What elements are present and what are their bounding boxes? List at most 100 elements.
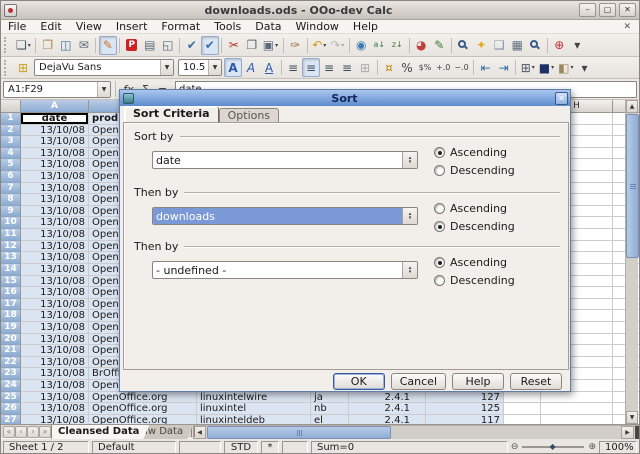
row-header-6[interactable]: 6 [1,171,21,183]
auto-spellcheck-button[interactable]: ✔ [201,36,219,55]
border-color-button[interactable]: ◧▾ [556,58,575,77]
cell-c25[interactable]: linuxintelwire [197,392,311,404]
cell-a4[interactable]: 13/10/08 [21,148,89,160]
cancel-button[interactable]: Cancel [391,373,446,390]
scroll-down-icon[interactable]: ▼ [626,411,638,424]
name-box[interactable]: A1:F29 ▼ [3,81,111,98]
scroll-up-icon[interactable]: ▲ [626,100,638,113]
minimize-button[interactable]: – [579,3,596,17]
chevron-down-icon[interactable]: ▾ [28,42,31,49]
row-header-17[interactable]: 17 [1,299,21,311]
merge-cells-button[interactable]: ⊞ [356,58,374,77]
email-button[interactable]: ✉ [75,36,93,55]
decrease-indent-button[interactable]: ⇤ [477,58,495,77]
cell-a19[interactable]: 13/10/08 [21,322,89,334]
row-header-27[interactable]: 27 [1,415,21,424]
chevron-down-icon[interactable]: ▼ [160,60,173,75]
cell-a10[interactable]: 13/10/08 [21,217,89,229]
italic-button[interactable]: A [242,58,260,77]
menu-file[interactable]: File [1,20,33,34]
align-right-button[interactable]: ≡ [320,58,338,77]
zoom-in-icon[interactable]: ⊕ [588,442,596,452]
cell-a24[interactable]: 13/10/08 [21,380,89,392]
background-color-button[interactable]: ■▾ [537,58,556,77]
vertical-scroll-thumb[interactable] [626,114,639,258]
page-preview-button[interactable]: ◱ [159,36,177,55]
ascending-radio-1[interactable]: Ascending [434,146,507,159]
cell-a14[interactable]: 13/10/08 [21,264,89,276]
dialog-title-bar[interactable]: Sort ✕ [120,90,570,106]
cell-a16[interactable]: 13/10/08 [21,287,89,299]
cell-d26[interactable]: nb [311,403,349,415]
help-button[interactable]: ⊕ [550,36,568,55]
cell-f27[interactable]: 117 [426,415,504,424]
menu-format[interactable]: Format [154,20,207,34]
last-sheet-icon[interactable]: » [39,426,51,438]
zoom-button[interactable] [526,36,544,55]
chevron-down-icon[interactable]: ▾ [275,42,278,49]
maximize-button[interactable]: ▢ [599,3,616,17]
sort-descending-button[interactable]: z↓ [388,36,406,55]
toolbar-grip[interactable] [4,37,11,53]
add-decimal-button[interactable]: +.0 [434,58,452,77]
ascending-radio-3[interactable]: Ascending [434,256,507,269]
hyperlink-button[interactable]: ◉ [352,36,370,55]
row-header-11[interactable]: 11 [1,229,21,241]
data-sources-button[interactable]: ▦ [508,36,526,55]
cell-h25[interactable] [541,392,613,404]
navigator-button[interactable]: ✦ [472,36,490,55]
increase-indent-button[interactable]: ⇥ [495,58,513,77]
standard-format-button[interactable]: $% [416,58,434,77]
underline-button[interactable]: A [260,58,278,77]
previous-sheet-icon[interactable]: ‹ [15,426,27,438]
row-header-21[interactable]: 21 [1,345,21,357]
cell-a22[interactable]: 13/10/08 [21,357,89,369]
cell-b26[interactable]: OpenOffice.org [89,403,197,415]
bold-button[interactable]: A [224,58,242,77]
row-header-7[interactable]: 7 [1,183,21,195]
percent-format-button[interactable]: % [398,58,416,77]
sort-field-combobox-2[interactable]: downloads▴▾ [152,207,418,225]
cell-e26[interactable]: 2.4.1 [349,403,426,415]
chevron-down-icon[interactable]: ▼ [208,60,221,75]
align-left-button[interactable]: ≡ [284,58,302,77]
open-button[interactable]: ❒ [39,36,57,55]
spellcheck-button[interactable]: ✔ [183,36,201,55]
spinner-icon[interactable]: ▴▾ [402,262,417,278]
row-header-18[interactable]: 18 [1,310,21,322]
cell-b27[interactable]: OpenOffice.org [89,415,197,424]
row-header-10[interactable]: 10 [1,217,21,229]
chevron-down-icon[interactable]: ▾ [570,64,573,71]
ok-button[interactable]: OK [333,373,385,390]
menu-tools[interactable]: Tools [207,20,248,34]
row-header-8[interactable]: 8 [1,194,21,206]
column-header-a[interactable]: A [21,100,89,113]
gallery-button[interactable]: ❑ [490,36,508,55]
row-header-23[interactable]: 23 [1,368,21,380]
edit-mode-button[interactable]: ✎ [99,36,117,55]
cell-a18[interactable]: 13/10/08 [21,310,89,322]
row-header-20[interactable]: 20 [1,334,21,346]
chevron-down-icon[interactable]: ▾ [551,64,554,71]
cell-g27[interactable] [504,415,541,424]
save-button[interactable]: ◫ [57,36,75,55]
redo-button[interactable]: ↷▾ [328,36,346,55]
row-header-4[interactable]: 4 [1,148,21,160]
styles-window-button[interactable]: ⊞ [14,58,32,77]
zoom-slider[interactable]: ◆ [522,446,584,448]
undo-button[interactable]: ↶▾ [310,36,328,55]
cell-e25[interactable]: 2.4.1 [349,392,426,404]
menu-edit[interactable]: Edit [33,20,68,34]
sort-ascending-button[interactable]: a↓ [370,36,388,55]
chevron-down-icon[interactable]: ▾ [532,64,535,71]
copy-button[interactable]: ❐ [243,36,261,55]
borders-button[interactable]: ⊞▾ [519,58,537,77]
cell-e27[interactable]: 2.4.1 [349,415,426,424]
row-header-1[interactable]: 1 [1,113,21,125]
font-size-combobox[interactable]: 10.5▼ [178,59,222,76]
zoom-out-icon[interactable]: ⊖ [511,442,519,452]
cell-c27[interactable]: linuxinteldeb [197,415,311,424]
cell-c26[interactable]: linuxintel [197,403,311,415]
print-button[interactable]: ▤ [141,36,159,55]
menu-insert[interactable]: Insert [109,20,155,34]
